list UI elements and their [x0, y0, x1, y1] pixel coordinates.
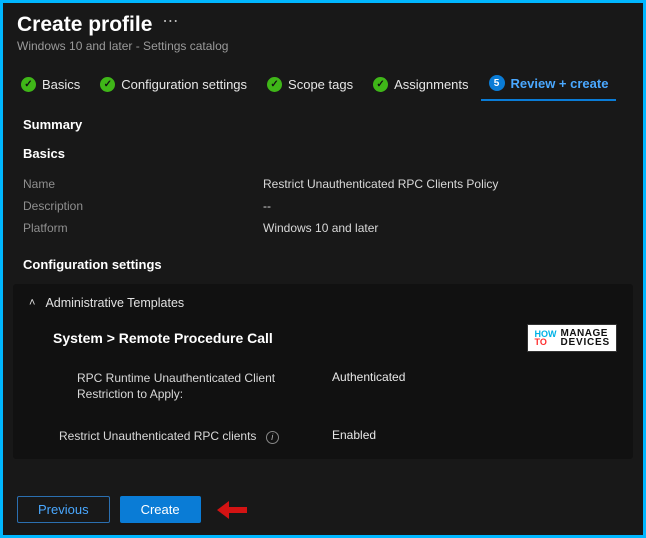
label: Description	[23, 199, 263, 213]
step-scope-tags[interactable]: ✓ Scope tags	[259, 71, 361, 100]
basics-row-description: Description --	[23, 195, 623, 217]
check-icon: ✓	[100, 77, 115, 92]
value: --	[263, 199, 271, 213]
step-number-icon: 5	[489, 75, 505, 91]
step-assignments[interactable]: ✓ Assignments	[365, 71, 476, 100]
group-label: Administrative Templates	[45, 296, 184, 310]
step-label: Basics	[42, 77, 80, 92]
page-header: Create profile ⋯ Windows 10 and later - …	[3, 3, 643, 59]
create-button[interactable]: Create	[120, 496, 201, 523]
wizard-footer: Previous Create	[3, 486, 643, 535]
page-title: Create profile	[17, 13, 152, 37]
step-label: Scope tags	[288, 77, 353, 92]
step-basics[interactable]: ✓ Basics	[13, 71, 88, 100]
setting-value: Authenticated	[332, 370, 405, 384]
wizard-steps: ✓ Basics ✓ Configuration settings ✓ Scop…	[3, 59, 643, 101]
setting-path: System > Remote Procedure Call	[53, 330, 273, 346]
check-icon: ✓	[267, 77, 282, 92]
setting-label: RPC Runtime Unauthenticated Client Restr…	[77, 370, 332, 402]
step-label: Configuration settings	[121, 77, 247, 92]
label: Platform	[23, 221, 263, 235]
step-configuration-settings[interactable]: ✓ Configuration settings	[92, 71, 255, 100]
check-icon: ✓	[21, 77, 36, 92]
setting-row: RPC Runtime Unauthenticated Client Restr…	[77, 370, 617, 402]
setting-path-row: System > Remote Procedure Call HOW TO MA…	[53, 324, 617, 352]
step-label: Assignments	[394, 77, 468, 92]
more-actions-icon[interactable]: ⋯	[162, 11, 179, 31]
summary-heading: Summary	[23, 117, 623, 132]
basics-heading: Basics	[23, 146, 623, 161]
basics-row-platform: Platform Windows 10 and later	[23, 217, 623, 239]
label: Name	[23, 177, 263, 191]
watermark-logo: HOW TO MANAGE DEVICES	[527, 324, 617, 352]
step-review-create[interactable]: 5 Review + create	[481, 69, 617, 101]
setting-row: Restrict Unauthenticated RPC clients i E…	[59, 428, 617, 444]
basics-row-name: Name Restrict Unauthenticated RPC Client…	[23, 173, 623, 195]
setting-label: Restrict Unauthenticated RPC clients i	[59, 428, 332, 444]
check-icon: ✓	[373, 77, 388, 92]
config-heading: Configuration settings	[23, 257, 623, 272]
setting-value: Enabled	[332, 428, 376, 442]
value: Restrict Unauthenticated RPC Clients Pol…	[263, 177, 498, 191]
content-area: Summary Basics Name Restrict Unauthentic…	[3, 101, 643, 486]
chevron-up-icon: ˄	[29, 297, 35, 309]
value: Windows 10 and later	[263, 221, 378, 235]
arrow-annotation-icon	[217, 501, 251, 519]
previous-button[interactable]: Previous	[17, 496, 110, 523]
step-label: Review + create	[511, 76, 609, 91]
info-icon[interactable]: i	[266, 431, 279, 444]
page-subtitle: Windows 10 and later - Settings catalog	[17, 39, 629, 53]
config-settings-panel: ˄ Administrative Templates System > Remo…	[13, 284, 633, 459]
admin-templates-toggle[interactable]: ˄ Administrative Templates	[29, 296, 617, 310]
